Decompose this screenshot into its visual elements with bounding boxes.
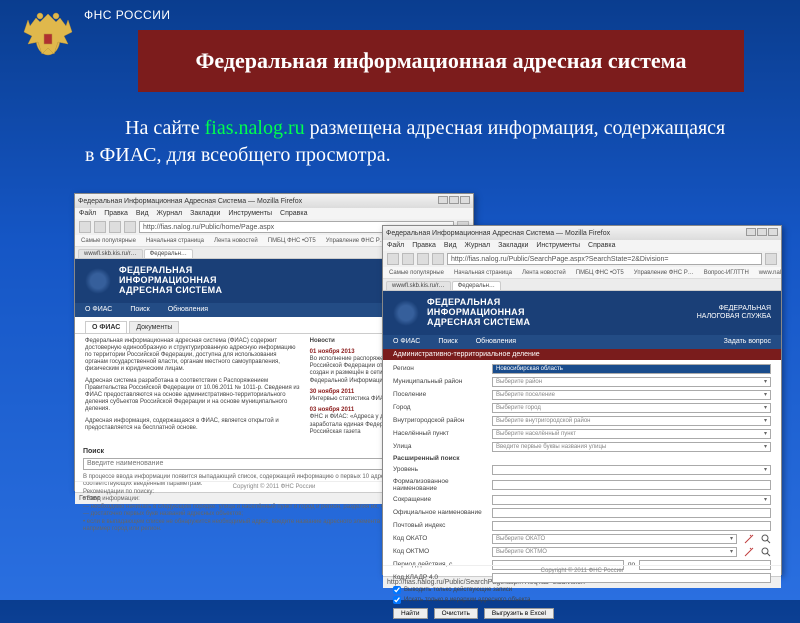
bookmark-bar[interactable]: Самые популярныеНачальная страницаЛента …: [383, 267, 781, 279]
field-input[interactable]: [492, 480, 771, 490]
field-input[interactable]: Введите первые буквы названия улицы: [492, 442, 771, 452]
field-label: Внутригородской район: [393, 417, 488, 424]
search-form: Регион Новосибирская область Муниципальный…: [383, 360, 781, 623]
field-label: Код ОКАТО: [393, 535, 488, 542]
field-input[interactable]: Выберите ОКТМО: [492, 547, 737, 557]
field-input[interactable]: [492, 521, 771, 531]
menubar[interactable]: ФайлПравкаВидЖурналЗакладкиИнструментыСп…: [75, 208, 473, 219]
field-input[interactable]: Выберите внутригородской район: [492, 416, 771, 426]
toolbar[interactable]: http://fias.nalog.ru/Public/SearchPage.a…: [383, 251, 781, 267]
wand-icon[interactable]: [744, 547, 754, 557]
wand-icon[interactable]: [744, 534, 754, 544]
form-subhead: Административно-территориальное деление: [383, 349, 781, 360]
url-input[interactable]: http://fias.nalog.ru/Public/SearchPage.a…: [447, 253, 762, 265]
intro-text: На сайте fias.nalog.ru размещена адресна…: [85, 115, 735, 169]
field-label: Муниципальный район: [393, 378, 488, 385]
window-controls[interactable]: [437, 196, 470, 206]
eagle-emblem-icon: [18, 4, 78, 66]
field-input[interactable]: Выберите район: [492, 377, 771, 387]
search-input[interactable]: [83, 458, 429, 470]
export-excel-button[interactable]: Выгрузить в Excel: [484, 608, 554, 619]
tab-active: Федеральн…: [144, 249, 193, 258]
browser-window-2: Федеральная Информационная Адресная Сист…: [382, 225, 782, 575]
menubar[interactable]: ФайлПравкаВидЖурналЗакладкиИнструментыСп…: [383, 240, 781, 251]
field-label: Город: [393, 404, 488, 411]
field-input[interactable]: Выберите населённый пункт: [492, 429, 771, 439]
clear-button[interactable]: Очистить: [434, 608, 478, 619]
field-label: Поселение: [393, 391, 488, 398]
field-label: Почтовый индекс: [393, 522, 488, 529]
field-label: Улица: [393, 443, 488, 450]
field-input[interactable]: Выберите ОКАТО: [492, 534, 737, 544]
field-label: Уровень: [393, 466, 488, 473]
site-logo-icon: [85, 268, 111, 294]
field-input[interactable]: Выберите поселение: [492, 390, 771, 400]
field-label: Код ОКТМО: [393, 548, 488, 555]
find-button[interactable]: Найти: [393, 608, 428, 619]
field-label: Сокращение: [393, 496, 488, 503]
field-input[interactable]: [492, 508, 771, 518]
org-label: ФНС РОССИИ: [84, 8, 170, 22]
reload-icon: [109, 221, 121, 233]
field-input[interactable]: Выберите город: [492, 403, 771, 413]
forward-icon: [94, 221, 106, 233]
only-active-checkbox[interactable]: [393, 586, 401, 594]
field-label: Регион: [393, 365, 488, 372]
lookup-icon[interactable]: [761, 534, 771, 544]
field-input[interactable]: Новосибирская область: [492, 364, 771, 374]
tab: wwwfl.skb.kis.ru/r…: [78, 249, 143, 258]
home-icon: [124, 221, 136, 233]
back-icon: [79, 221, 91, 233]
window-controls[interactable]: [745, 228, 778, 238]
titlebar: Федеральная Информационная Адресная Сист…: [75, 194, 473, 208]
field-input[interactable]: [492, 495, 771, 505]
field-label: Формализованное наименование: [393, 478, 488, 492]
field-label: Населённый пункт: [393, 430, 488, 437]
lookup-icon[interactable]: [761, 547, 771, 557]
field-input[interactable]: [492, 465, 771, 475]
page-title: Федеральная информационная адресная сист…: [138, 30, 744, 92]
tabbar[interactable]: wwwfl.skb.kis.ru/r… Федеральн…: [383, 279, 781, 291]
field-label: Официальное наименование: [393, 509, 488, 516]
